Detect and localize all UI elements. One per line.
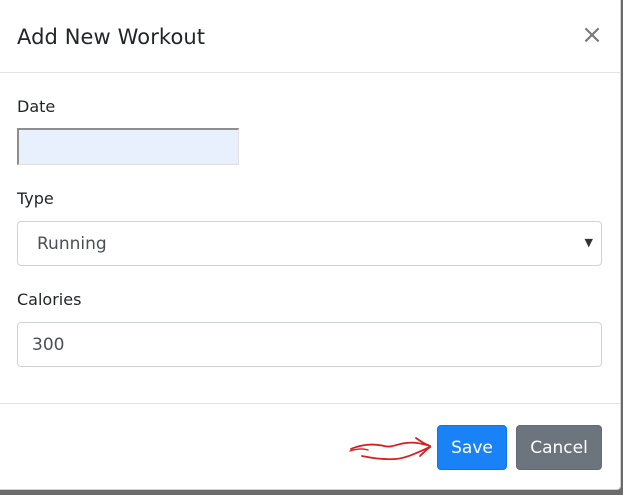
modal-title: Add New Workout [17, 25, 206, 49]
date-input[interactable] [17, 128, 239, 165]
type-select[interactable]: Running ▼ [17, 221, 602, 266]
type-select-value: Running [37, 234, 107, 254]
date-label: Date [17, 97, 56, 116]
arrow-annotation-icon [349, 437, 431, 461]
type-label: Type [17, 189, 54, 208]
save-button[interactable]: Save [437, 425, 507, 470]
add-workout-modal: Add New Workout × Date Type Running ▼ Ca… [0, 0, 621, 490]
calories-input[interactable] [17, 322, 602, 367]
chevron-down-icon: ▼ [584, 236, 593, 249]
close-icon[interactable]: × [579, 20, 605, 50]
calories-label: Calories [17, 290, 82, 309]
modal-footer: Save Cancel [0, 403, 620, 489]
modal-header: Add New Workout × [0, 0, 620, 73]
cancel-button[interactable]: Cancel [516, 425, 602, 470]
